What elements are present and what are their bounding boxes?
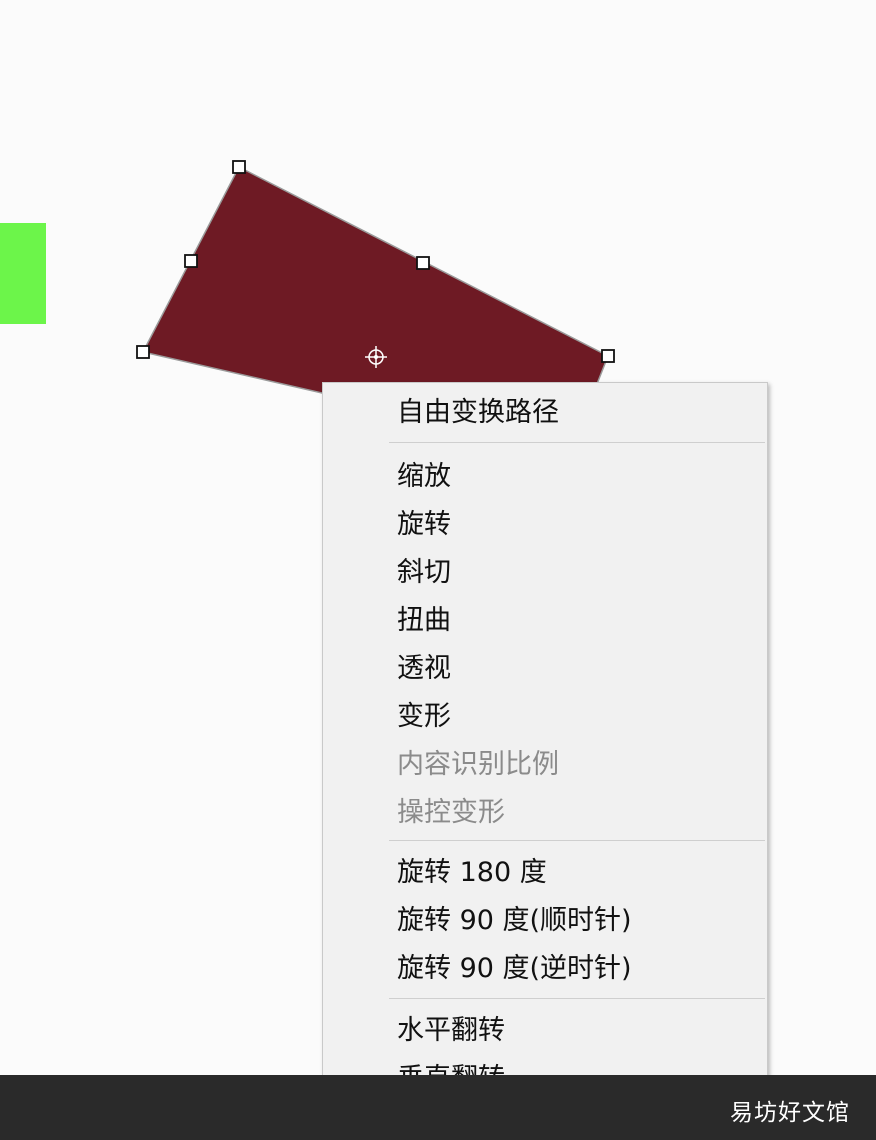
transform-handle[interactable] bbox=[136, 345, 150, 359]
context-menu: 自由变换路径 缩放旋转斜切扭曲透视变形内容识别比例 操控变形旋转 180 度旋转 9… bbox=[322, 382, 768, 1107]
menu-item[interactable]: 缩放 bbox=[397, 461, 451, 493]
watermark-text: 易坊好文馆 bbox=[730, 1100, 850, 1126]
menu-separator bbox=[389, 998, 765, 999]
menu-item[interactable]: 自由变换路径 bbox=[397, 397, 559, 429]
menu-item[interactable]: 变形 bbox=[397, 701, 451, 733]
transform-handle[interactable] bbox=[232, 160, 246, 174]
menu-item[interactable]: 水平翻转 bbox=[397, 1015, 505, 1047]
menu-item: 操控变形 bbox=[397, 797, 505, 828]
transform-handle[interactable] bbox=[184, 254, 198, 268]
menu-item[interactable]: 旋转 90 度(逆时针) bbox=[397, 953, 632, 985]
menu-item[interactable]: 透视 bbox=[397, 653, 451, 685]
menu-separator bbox=[389, 840, 765, 841]
transform-handle[interactable] bbox=[601, 349, 615, 363]
menu-item: 内容识别比例 bbox=[397, 749, 559, 780]
menu-item[interactable]: 旋转 bbox=[397, 509, 451, 541]
menu-item[interactable]: 斜切 bbox=[397, 557, 451, 589]
menu-item[interactable]: 旋转 90 度(顺时针) bbox=[397, 905, 632, 937]
menu-item[interactable]: 扭曲 bbox=[397, 605, 451, 637]
transform-handle[interactable] bbox=[416, 256, 430, 270]
menu-separator bbox=[389, 442, 765, 443]
menu-item[interactable]: 旋转 180 度 bbox=[397, 857, 547, 889]
